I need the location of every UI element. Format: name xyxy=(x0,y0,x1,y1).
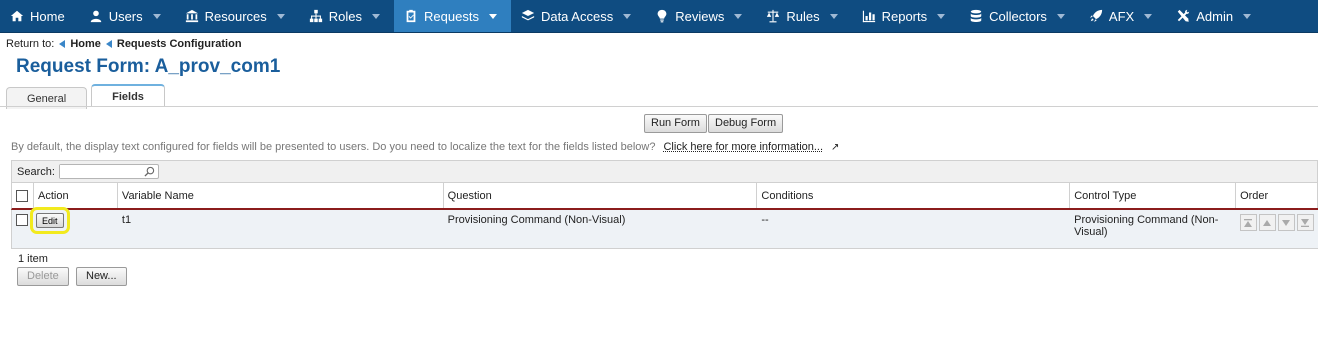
order-cell xyxy=(1236,210,1318,248)
nav-label: AFX xyxy=(1108,8,1135,24)
bar-chart-icon xyxy=(862,9,876,23)
chevron-down-icon xyxy=(276,13,285,19)
chevron-down-icon xyxy=(152,13,161,19)
edit-button[interactable]: Edit xyxy=(35,213,64,228)
top-nav: Home Users Resources Roles Requests Data… xyxy=(0,0,1318,33)
breadcrumb-home[interactable]: Home xyxy=(70,38,101,50)
move-bottom-icon[interactable] xyxy=(1296,214,1314,231)
run-form-button[interactable]: Run Form xyxy=(644,114,707,133)
column-header-variable-name[interactable]: Variable Name xyxy=(118,183,444,208)
nav-label: Resources xyxy=(204,8,267,24)
nav-users[interactable]: Users xyxy=(79,0,175,32)
breadcrumb-requests-configuration[interactable]: Requests Configuration xyxy=(117,38,242,50)
localization-info: By default, the display text configured … xyxy=(11,141,839,153)
nav-reports[interactable]: Reports xyxy=(852,0,960,32)
chevron-down-icon xyxy=(734,13,743,19)
nav-data-access[interactable]: Data Access xyxy=(511,0,645,32)
column-header-question[interactable]: Question xyxy=(444,183,758,208)
row-checkbox[interactable] xyxy=(16,214,28,226)
chevron-down-icon xyxy=(1056,13,1065,19)
chevron-down-icon xyxy=(623,13,632,19)
org-chart-icon xyxy=(309,9,323,23)
tab-fields[interactable]: Fields xyxy=(91,84,165,107)
move-up-icon[interactable] xyxy=(1258,214,1276,231)
search-box xyxy=(58,164,159,179)
grid-search-bar: Search: xyxy=(11,160,1318,183)
nav-home[interactable]: Home xyxy=(0,0,79,32)
chevron-down-icon xyxy=(1144,13,1153,19)
nav-label: Users xyxy=(108,8,143,24)
nav-label: Reviews xyxy=(675,8,725,24)
bank-icon xyxy=(185,9,199,23)
page-title: Request Form: A_prov_com1 xyxy=(16,56,281,77)
action-cell: Edit xyxy=(29,207,118,248)
layers-icon xyxy=(521,9,535,23)
column-header-control-type[interactable]: Control Type xyxy=(1070,183,1237,208)
nav-requests[interactable]: Requests xyxy=(394,0,511,32)
search-label: Search: xyxy=(17,165,55,178)
table-row: Edit t1 Provisioning Command (Non-Visual… xyxy=(11,207,1318,249)
more-info-link[interactable]: Click here for more information... xyxy=(663,141,823,153)
nav-resources[interactable]: Resources xyxy=(175,0,299,32)
nav-afx[interactable]: AFX xyxy=(1079,0,1166,32)
scales-icon xyxy=(766,9,780,23)
order-buttons xyxy=(1239,214,1314,231)
back-arrow-icon xyxy=(105,40,112,48)
external-link-icon: ↗ xyxy=(831,141,840,153)
user-icon xyxy=(89,9,103,23)
delete-button[interactable]: Delete xyxy=(17,267,69,286)
nav-reviews[interactable]: Reviews xyxy=(645,0,756,32)
nav-label: Admin xyxy=(1196,8,1234,24)
grid-header: Action Variable Name Question Conditions… xyxy=(11,183,1318,210)
search-icon[interactable] xyxy=(144,166,155,177)
nav-roles[interactable]: Roles xyxy=(299,0,394,32)
database-icon xyxy=(969,9,983,23)
breadcrumb-prefix: Return to: xyxy=(6,38,55,50)
column-header-conditions[interactable]: Conditions xyxy=(757,183,1071,208)
nav-label: Reports xyxy=(881,8,928,24)
back-arrow-icon xyxy=(59,40,66,48)
variable-name-cell: t1 xyxy=(121,214,132,226)
chevron-down-icon xyxy=(372,13,381,19)
chevron-down-icon xyxy=(488,13,497,19)
move-down-icon[interactable] xyxy=(1277,214,1295,231)
item-count: 1 item xyxy=(18,253,48,265)
chevron-down-icon xyxy=(1243,13,1252,19)
rocket-icon xyxy=(1089,9,1103,23)
nav-label: Requests xyxy=(424,8,479,24)
question-cell: Provisioning Command (Non-Visual) xyxy=(447,214,626,226)
fields-grid: Search: Action Variable Name Question Co… xyxy=(11,160,1318,249)
conditions-cell: -- xyxy=(761,214,769,226)
search-input[interactable] xyxy=(59,165,140,178)
debug-form-button[interactable]: Debug Form xyxy=(708,114,784,133)
home-icon xyxy=(10,9,24,23)
move-top-icon[interactable] xyxy=(1239,214,1257,231)
chevron-down-icon xyxy=(937,13,946,19)
nav-label: Roles xyxy=(328,8,363,24)
nav-admin[interactable]: Admin xyxy=(1166,0,1265,32)
highlight-marker: Edit xyxy=(29,207,70,234)
nav-label: Home xyxy=(30,8,65,24)
nav-collectors[interactable]: Collectors xyxy=(959,0,1079,32)
nav-label: Collectors xyxy=(989,8,1047,24)
tab-divider xyxy=(0,106,1318,107)
tools-icon xyxy=(1176,9,1190,23)
breadcrumb: Return to: Home Requests Configuration xyxy=(6,38,242,50)
column-header-order[interactable]: Order xyxy=(1236,183,1318,208)
select-all-cell xyxy=(12,183,34,208)
nav-rules[interactable]: Rules xyxy=(756,0,851,32)
new-button[interactable]: New... xyxy=(76,267,127,286)
chevron-down-icon xyxy=(829,13,838,19)
info-text: By default, the display text configured … xyxy=(11,141,656,153)
nav-label: Data Access xyxy=(540,8,614,24)
clipboard-icon xyxy=(404,9,418,23)
control-type-cell: Provisioning Command (Non-Visual) xyxy=(1074,214,1219,238)
select-all-checkbox[interactable] xyxy=(16,189,28,202)
column-header-action[interactable]: Action xyxy=(34,183,118,208)
nav-label: Rules xyxy=(786,8,820,24)
lightbulb-icon xyxy=(655,9,669,23)
